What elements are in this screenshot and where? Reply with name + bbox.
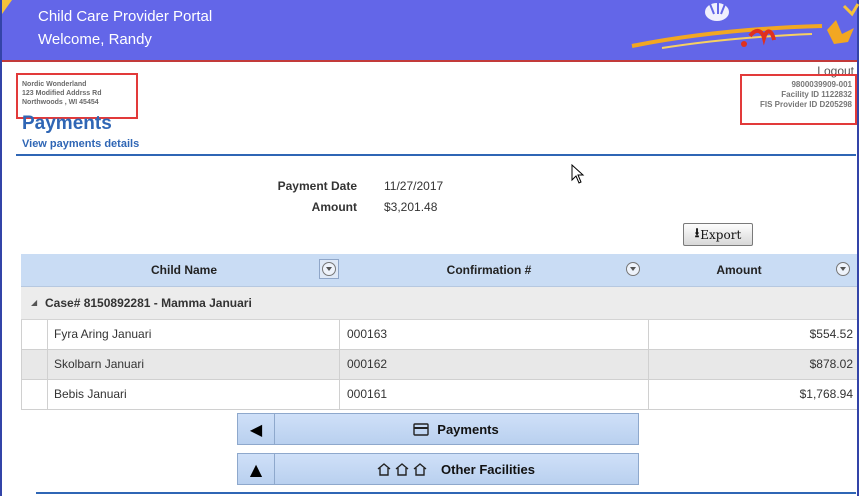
up-arrow-icon: ▲ xyxy=(238,454,275,484)
child-name-cell: Skolbarn Januari xyxy=(54,357,145,371)
grid-header: Child Name Confirmation # Amount xyxy=(21,254,857,287)
row-border xyxy=(339,350,340,379)
confirmation-cell: 000162 xyxy=(347,357,388,371)
table-row[interactable]: Fyra Aring Januari 000163 $554.52 xyxy=(21,320,857,350)
payments-nav-label: Payments xyxy=(437,421,499,437)
amount-label: Amount xyxy=(311,200,357,214)
row-border xyxy=(339,380,340,409)
column-header-child-name[interactable]: Child Name xyxy=(49,254,319,286)
header-divider xyxy=(2,60,857,62)
case-group-row[interactable]: ◢ Case# 8150892281 - Mamma Januari xyxy=(21,287,857,320)
header-artwork-logo xyxy=(631,2,859,49)
portal-header: Child Care Provider Portal Welcome, Rand… xyxy=(2,0,859,60)
payment-date-value: 11/27/2017 xyxy=(384,179,444,193)
other-facilities-label-wrap: Other Facilities xyxy=(274,454,638,484)
row-border xyxy=(21,320,22,349)
column-header-confirmation[interactable]: Confirmation # xyxy=(341,254,637,286)
welcome-text: Welcome, Randy xyxy=(38,31,152,48)
page-subtitle: View payments details xyxy=(22,138,140,150)
filter-icon xyxy=(322,262,336,276)
table-row[interactable]: Skolbarn Januari 000162 $878.02 xyxy=(21,350,857,380)
child-name-cell: Bebis Januari xyxy=(54,387,127,401)
provider-address-line2: Northwoods , WI 45454 xyxy=(22,99,99,106)
row-border xyxy=(648,320,649,349)
provider-number: 9800039909-001 xyxy=(791,80,852,89)
row-border xyxy=(339,320,340,349)
column-header-amount[interactable]: Amount xyxy=(649,254,829,286)
amount-cell: $878.02 xyxy=(809,357,853,371)
row-border xyxy=(648,380,649,409)
amount-cell: $554.52 xyxy=(809,327,853,341)
confirmation-cell: 000163 xyxy=(347,327,388,341)
provider-ids-block: 9800039909-001 Facility ID 1122832 FIS P… xyxy=(740,74,857,125)
row-border xyxy=(47,380,48,409)
title-divider xyxy=(16,154,856,156)
row-border xyxy=(47,350,48,379)
export-label: Export xyxy=(700,227,742,242)
facilities-icon xyxy=(377,463,427,476)
row-border xyxy=(47,320,48,349)
other-facilities-label: Other Facilities xyxy=(441,461,535,477)
sun-icon xyxy=(2,0,12,14)
amount-cell: $1,768.94 xyxy=(799,387,853,401)
fis-provider-id: FIS Provider ID D205298 xyxy=(759,100,852,109)
row-border xyxy=(21,350,22,379)
export-button[interactable]: ⭳ Export xyxy=(683,223,753,246)
other-facilities-nav-button[interactable]: ▲ Other Facilities xyxy=(237,453,639,485)
case-group-label: Case# 8150892281 - Mamma Januari xyxy=(45,296,252,310)
row-border xyxy=(21,380,22,409)
collapse-triangle-icon[interactable]: ◢ xyxy=(31,287,37,319)
provider-address-line1: 123 Modified Addrss Rd xyxy=(22,90,102,97)
credit-card-icon xyxy=(413,422,429,436)
download-icon: ⭳ xyxy=(694,225,700,241)
table-row[interactable]: Bebis Januari 000161 $1,768.94 xyxy=(21,380,857,410)
mouse-cursor-icon xyxy=(571,164,585,184)
bottom-divider xyxy=(36,492,856,494)
child-name-cell: Fyra Aring Januari xyxy=(54,327,152,341)
provider-name: Nordic Wonderland xyxy=(22,81,87,88)
payments-nav-label-wrap: Payments xyxy=(274,414,638,444)
row-border xyxy=(648,350,649,379)
confirmation-filter-icon[interactable] xyxy=(626,262,640,276)
portal-title: Child Care Provider Portal xyxy=(38,8,213,25)
confirmation-cell: 000161 xyxy=(347,387,388,401)
payments-nav-button[interactable]: ◀ Payments xyxy=(237,413,639,445)
payment-date-label: Payment Date xyxy=(277,179,357,193)
page-title: Payments xyxy=(22,113,112,134)
child-name-filter-button[interactable] xyxy=(319,259,339,279)
facility-id: Facility ID 1122832 xyxy=(781,90,852,99)
amount-value: $3,201.48 xyxy=(384,200,438,214)
back-arrow-icon: ◀ xyxy=(238,414,275,444)
amount-filter-icon[interactable] xyxy=(836,262,850,276)
